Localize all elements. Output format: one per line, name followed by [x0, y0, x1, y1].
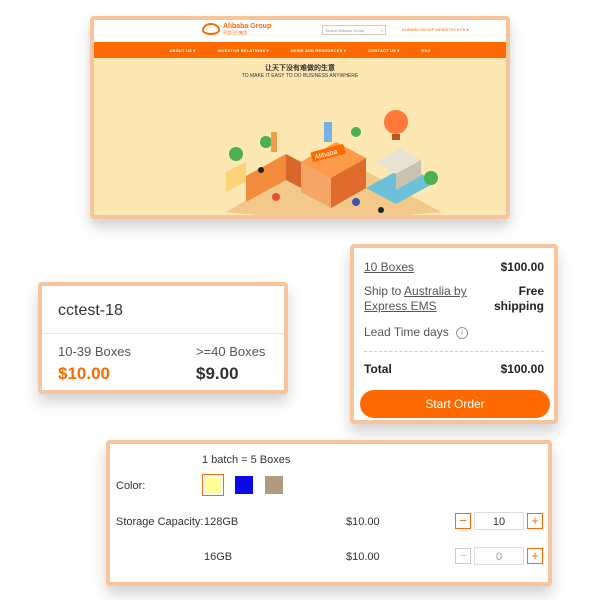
hero-title-cn: 让天下没有难做的生意	[265, 65, 335, 72]
tier-range-2: >=40 Boxes	[196, 344, 266, 359]
nav-news-resources[interactable]: NEWS AND RESOURCES ▾	[291, 48, 346, 53]
tier-price-1: $10.00	[58, 364, 110, 383]
capacity-16gb: 16GB	[204, 551, 233, 563]
price-tier-card: cctest-18 10-39 Boxes >=40 Boxes $10.00 …	[38, 282, 288, 394]
lead-time-row: Lead Time days i	[364, 325, 469, 339]
total-value: $100.00	[500, 362, 544, 376]
info-icon[interactable]: i	[456, 326, 469, 339]
color-swatch-yellow[interactable]	[202, 474, 224, 496]
variant-selector-card: 1 batch = 5 Boxes Color: Storage Capacit…	[106, 440, 552, 586]
increment-button[interactable]: +	[527, 548, 543, 564]
site-search-input[interactable]: Search Alibaba Group ⌕	[322, 25, 386, 35]
isometric-city-illustration: Alibaba	[226, 110, 441, 215]
alibaba-website-preview: Alibaba Group 阿里巴巴集团 Search Alibaba Grou…	[90, 16, 510, 219]
decrement-button[interactable]: −	[455, 513, 471, 529]
shipping-line-2: shipping	[494, 299, 544, 313]
lead-time-label: Lead Time days	[364, 325, 449, 339]
swatch-fill	[205, 477, 221, 493]
nav-esg[interactable]: ESG	[422, 48, 431, 53]
price-16gb: $10.00	[346, 551, 380, 563]
tier-range-1: 10-39 Boxes	[58, 344, 131, 359]
quantity-stepper-16gb: − 0 +	[455, 547, 543, 565]
quantity-link[interactable]: 10 Boxes	[364, 260, 414, 274]
product-title: cctest-18	[58, 302, 123, 319]
search-placeholder: Search Alibaba Group	[325, 28, 365, 33]
tier-price-2: $9.00	[196, 364, 239, 383]
ship-country-link[interactable]: Australia by	[404, 284, 467, 298]
shipping-line-1: Free	[518, 284, 544, 298]
batch-note: 1 batch = 5 Boxes	[202, 454, 291, 466]
total-label: Total	[364, 362, 392, 376]
color-label: Color:	[116, 480, 146, 492]
divider	[42, 333, 284, 334]
shipping-destination: Ship to Australia by Express EMS	[364, 284, 467, 314]
increment-button[interactable]: +	[527, 513, 543, 529]
search-icon: ⌕	[380, 28, 383, 33]
quantity-input-16gb[interactable]: 0	[474, 547, 524, 565]
language-selector[interactable]: EN ▾	[460, 27, 469, 32]
color-swatch-tan[interactable]	[265, 476, 283, 494]
logo-text: Alibaba Group	[223, 23, 272, 30]
storage-label: Storage Capacity:	[116, 516, 204, 528]
decrement-button-disabled: −	[455, 548, 471, 564]
shipping-cost: Free shipping	[494, 284, 544, 314]
logo-subtext: 阿里巴巴集团	[223, 30, 247, 35]
main-nav: ABOUT US ▾ INVESTOR RELATIONS ▾ NEWS AND…	[94, 42, 506, 58]
color-swatch-blue[interactable]	[235, 476, 253, 494]
group-websites-menu[interactable]: ALIBABA GROUP WEBSITES ▾	[402, 27, 459, 32]
capacity-128gb: 128GB	[204, 516, 239, 528]
order-summary-card: 10 Boxes $100.00 Ship to Australia by Ex…	[350, 244, 558, 424]
start-order-button[interactable]: Start Order	[360, 390, 550, 418]
alibaba-logo-icon	[202, 23, 220, 35]
ship-method-link[interactable]: Express EMS	[364, 299, 437, 313]
site-header: Alibaba Group 阿里巴巴集团 Search Alibaba Grou…	[94, 20, 506, 42]
quantity-input-128gb[interactable]: 10	[474, 512, 524, 530]
divider	[364, 351, 544, 352]
ship-prefix: Ship to	[364, 284, 405, 298]
nav-about-us[interactable]: ABOUT US ▾	[169, 48, 195, 53]
quantity-price: $100.00	[500, 260, 544, 274]
price-128gb: $10.00	[346, 516, 380, 528]
quantity-stepper-128gb: − 10 +	[455, 512, 543, 530]
alibaba-logo[interactable]: Alibaba Group 阿里巴巴集团	[202, 23, 271, 35]
nav-contact-us[interactable]: CONTACT US ▾	[368, 48, 399, 53]
hero-subtitle-en: TO MAKE IT EASY TO DO BUSINESS ANYWHERE	[241, 73, 359, 79]
nav-investor-relations[interactable]: INVESTOR RELATIONS ▾	[217, 48, 268, 53]
